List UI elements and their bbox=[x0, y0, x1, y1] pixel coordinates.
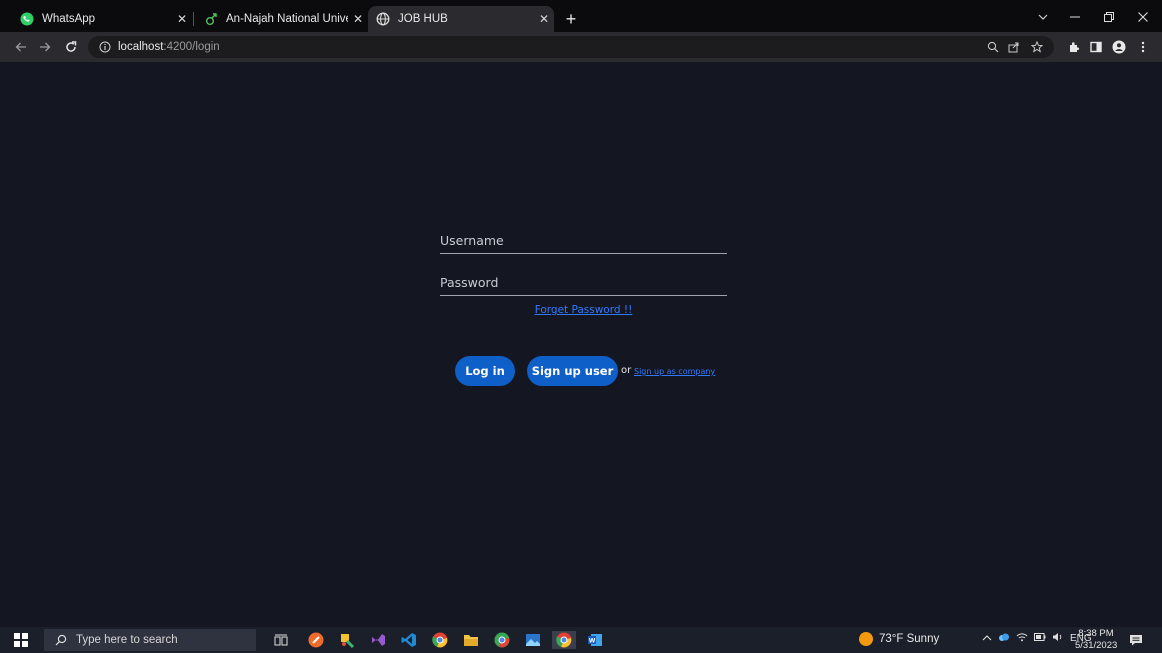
wifi-icon[interactable] bbox=[1016, 632, 1028, 645]
onedrive-icon[interactable] bbox=[998, 632, 1010, 645]
share-icon[interactable] bbox=[1005, 39, 1023, 55]
word-icon[interactable]: W bbox=[585, 631, 605, 649]
side-panel-icon[interactable] bbox=[1086, 36, 1106, 58]
chrome-active-icon[interactable] bbox=[552, 631, 576, 649]
login-button[interactable]: Log in bbox=[455, 356, 515, 386]
tab-divider bbox=[193, 12, 194, 26]
postman-icon[interactable] bbox=[306, 631, 326, 649]
new-tab-button[interactable]: + bbox=[560, 8, 582, 30]
tab-title: An-Najah National University ten bbox=[226, 13, 348, 25]
reload-button[interactable] bbox=[60, 36, 82, 58]
vscode-icon[interactable] bbox=[399, 631, 419, 649]
globe-icon bbox=[376, 12, 390, 26]
search-icon bbox=[50, 630, 72, 650]
zoom-icon[interactable] bbox=[984, 39, 1002, 55]
clock[interactable]: 8:38 PM 5/31/2023 bbox=[1075, 628, 1117, 652]
chrome-icon[interactable] bbox=[430, 631, 450, 649]
taskbar-search-box[interactable]: Type here to search bbox=[44, 629, 256, 651]
tab-title: WhatsApp bbox=[42, 13, 96, 25]
file-explorer-icon[interactable] bbox=[461, 631, 481, 649]
search-placeholder: Type here to search bbox=[76, 634, 178, 646]
url-host: localhost bbox=[118, 41, 164, 53]
tab-title: JOB HUB bbox=[398, 13, 448, 25]
close-icon[interactable]: ✕ bbox=[348, 9, 368, 29]
login-page: Forget Password !! Log in Sign up user o… bbox=[0, 62, 1162, 627]
restore-button[interactable] bbox=[1094, 6, 1124, 28]
back-button[interactable] bbox=[10, 36, 32, 58]
battery-icon[interactable] bbox=[1034, 633, 1046, 644]
notification-icon[interactable] bbox=[1128, 632, 1144, 648]
password-field-wrapper bbox=[440, 269, 727, 296]
address-bar[interactable]: localhost:4200/login bbox=[88, 36, 1054, 58]
weather-widget[interactable]: 73°F Sunny bbox=[859, 632, 939, 646]
chevron-up-icon[interactable] bbox=[982, 633, 992, 644]
sun-icon bbox=[859, 632, 873, 646]
photos-icon[interactable] bbox=[523, 631, 543, 649]
browser-toolbar: localhost:4200/login bbox=[0, 32, 1162, 62]
clock-time: 8:38 PM bbox=[1078, 628, 1114, 639]
clock-date: 5/31/2023 bbox=[1075, 640, 1118, 651]
signup-company-link[interactable]: Sign up as company bbox=[634, 367, 715, 376]
volume-icon[interactable] bbox=[1052, 632, 1064, 645]
paint-app-icon[interactable] bbox=[337, 631, 357, 649]
najah-icon bbox=[204, 12, 218, 26]
tab-najah[interactable]: An-Najah National University ten ✕ bbox=[196, 6, 368, 32]
tab-job-hub[interactable]: JOB HUB ✕ bbox=[368, 6, 554, 32]
windows-start-icon[interactable] bbox=[14, 633, 28, 647]
close-icon[interactable]: ✕ bbox=[534, 9, 554, 29]
menu-kebab-icon[interactable] bbox=[1133, 36, 1153, 58]
visual-studio-icon[interactable] bbox=[368, 631, 388, 649]
forgot-password-link[interactable]: Forget Password !! bbox=[440, 304, 727, 316]
bookmark-star-icon[interactable] bbox=[1028, 39, 1046, 55]
username-input[interactable] bbox=[440, 227, 727, 253]
site-info-icon[interactable] bbox=[98, 40, 112, 54]
url-text: localhost:4200/login bbox=[118, 41, 220, 53]
minimize-button[interactable] bbox=[1060, 6, 1090, 28]
forward-button[interactable] bbox=[34, 36, 56, 58]
tab-whatsapp[interactable]: WhatsApp ✕ bbox=[12, 6, 192, 32]
profile-icon[interactable] bbox=[1109, 36, 1129, 58]
or-separator: or bbox=[621, 365, 632, 376]
close-icon[interactable]: ✕ bbox=[172, 9, 192, 29]
task-view-icon[interactable] bbox=[271, 631, 291, 649]
password-input[interactable] bbox=[440, 269, 727, 295]
weather-text: 73°F Sunny bbox=[879, 633, 940, 645]
screen: WhatsApp ✕ An-Najah National University … bbox=[0, 0, 1162, 653]
svg-text:W: W bbox=[589, 638, 596, 645]
close-window-button[interactable] bbox=[1128, 6, 1158, 28]
username-field-wrapper bbox=[440, 227, 727, 254]
whatsapp-icon bbox=[20, 12, 34, 26]
chrome-profile-icon[interactable] bbox=[492, 631, 512, 649]
extensions-icon[interactable] bbox=[1064, 36, 1084, 58]
tab-search-icon[interactable] bbox=[1028, 6, 1058, 28]
taskbar: Type here to search W 73°F Sunny ENG 8:3… bbox=[0, 627, 1162, 653]
signup-user-button[interactable]: Sign up user bbox=[527, 356, 618, 386]
browser-tab-strip: WhatsApp ✕ An-Najah National University … bbox=[0, 0, 1162, 32]
url-path: :4200/login bbox=[163, 41, 220, 53]
